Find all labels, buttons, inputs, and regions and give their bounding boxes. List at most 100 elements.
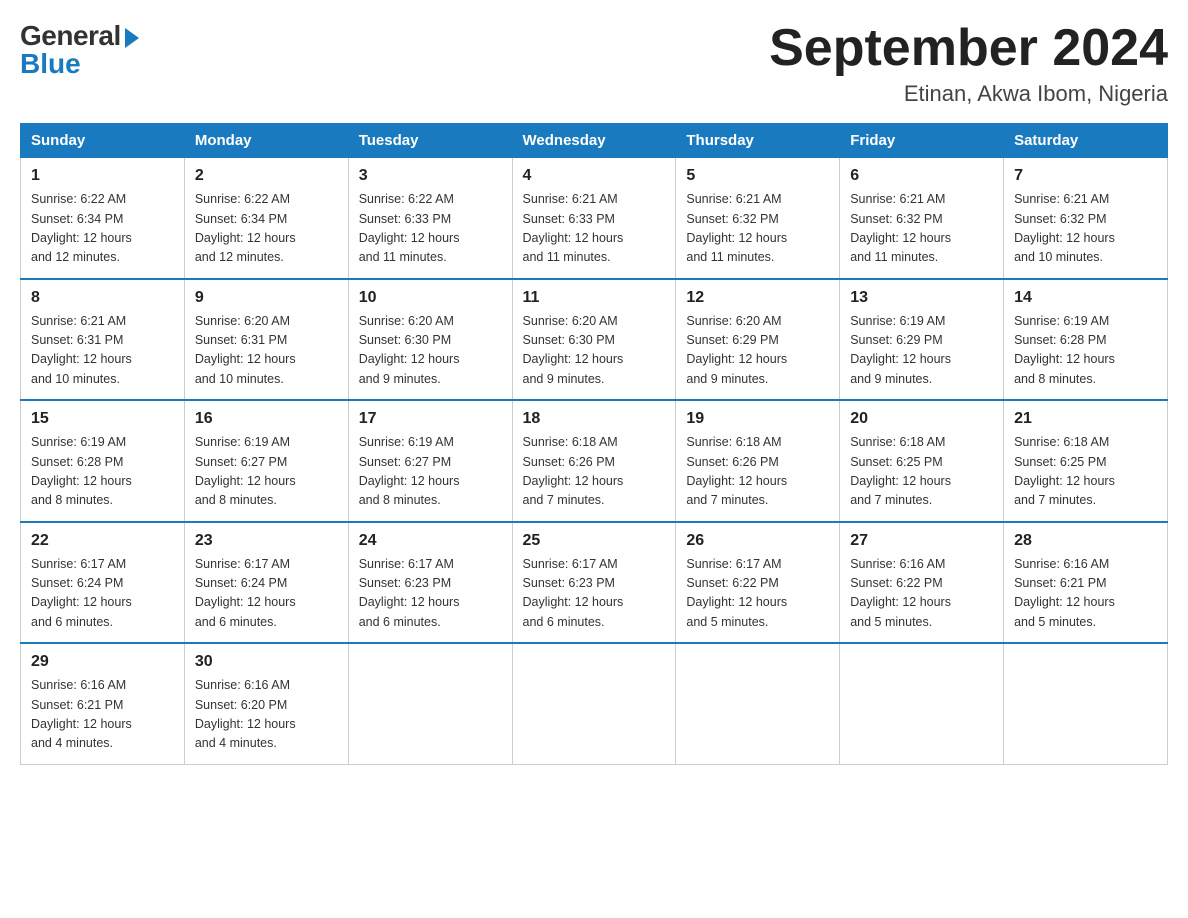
calendar-cell [676, 643, 840, 764]
day-number: 14 [1014, 286, 1157, 310]
day-info: Sunrise: 6:18 AMSunset: 6:26 PMDaylight:… [686, 433, 829, 511]
calendar-cell: 24Sunrise: 6:17 AMSunset: 6:23 PMDayligh… [348, 522, 512, 644]
calendar-cell [840, 643, 1004, 764]
day-number: 25 [523, 529, 666, 553]
calendar-week-row: 29Sunrise: 6:16 AMSunset: 6:21 PMDayligh… [21, 643, 1168, 764]
calendar-cell: 13Sunrise: 6:19 AMSunset: 6:29 PMDayligh… [840, 279, 1004, 401]
calendar-cell: 15Sunrise: 6:19 AMSunset: 6:28 PMDayligh… [21, 400, 185, 522]
day-info: Sunrise: 6:22 AMSunset: 6:34 PMDaylight:… [195, 190, 338, 268]
calendar-cell: 21Sunrise: 6:18 AMSunset: 6:25 PMDayligh… [1004, 400, 1168, 522]
day-info: Sunrise: 6:19 AMSunset: 6:29 PMDaylight:… [850, 312, 993, 390]
calendar-cell [348, 643, 512, 764]
day-number: 27 [850, 529, 993, 553]
day-info: Sunrise: 6:20 AMSunset: 6:29 PMDaylight:… [686, 312, 829, 390]
day-number: 19 [686, 407, 829, 431]
calendar-cell: 2Sunrise: 6:22 AMSunset: 6:34 PMDaylight… [184, 158, 348, 279]
calendar-cell: 7Sunrise: 6:21 AMSunset: 6:32 PMDaylight… [1004, 158, 1168, 279]
day-number: 6 [850, 164, 993, 188]
day-info: Sunrise: 6:16 AMSunset: 6:21 PMDaylight:… [1014, 555, 1157, 633]
calendar-cell: 9Sunrise: 6:20 AMSunset: 6:31 PMDaylight… [184, 279, 348, 401]
day-number: 26 [686, 529, 829, 553]
calendar-cell: 26Sunrise: 6:17 AMSunset: 6:22 PMDayligh… [676, 522, 840, 644]
calendar-cell: 20Sunrise: 6:18 AMSunset: 6:25 PMDayligh… [840, 400, 1004, 522]
day-info: Sunrise: 6:17 AMSunset: 6:23 PMDaylight:… [359, 555, 502, 633]
calendar-cell [1004, 643, 1168, 764]
calendar-week-row: 1Sunrise: 6:22 AMSunset: 6:34 PMDaylight… [21, 158, 1168, 279]
logo-arrow-icon [125, 28, 139, 48]
day-info: Sunrise: 6:17 AMSunset: 6:24 PMDaylight:… [195, 555, 338, 633]
page-header: General Blue September 2024 Etinan, Akwa… [20, 20, 1168, 107]
day-info: Sunrise: 6:21 AMSunset: 6:32 PMDaylight:… [686, 190, 829, 268]
day-number: 15 [31, 407, 174, 431]
day-info: Sunrise: 6:16 AMSunset: 6:20 PMDaylight:… [195, 676, 338, 754]
calendar-cell: 8Sunrise: 6:21 AMSunset: 6:31 PMDaylight… [21, 279, 185, 401]
calendar-cell: 30Sunrise: 6:16 AMSunset: 6:20 PMDayligh… [184, 643, 348, 764]
day-number: 2 [195, 164, 338, 188]
calendar-cell: 23Sunrise: 6:17 AMSunset: 6:24 PMDayligh… [184, 522, 348, 644]
calendar-cell: 4Sunrise: 6:21 AMSunset: 6:33 PMDaylight… [512, 158, 676, 279]
logo: General Blue [20, 20, 139, 80]
day-info: Sunrise: 6:20 AMSunset: 6:30 PMDaylight:… [359, 312, 502, 390]
calendar-cell: 29Sunrise: 6:16 AMSunset: 6:21 PMDayligh… [21, 643, 185, 764]
day-number: 22 [31, 529, 174, 553]
day-info: Sunrise: 6:20 AMSunset: 6:31 PMDaylight:… [195, 312, 338, 390]
day-info: Sunrise: 6:17 AMSunset: 6:24 PMDaylight:… [31, 555, 174, 633]
calendar-title-section: September 2024 Etinan, Akwa Ibom, Nigeri… [769, 20, 1168, 107]
calendar-cell: 28Sunrise: 6:16 AMSunset: 6:21 PMDayligh… [1004, 522, 1168, 644]
calendar-table: SundayMondayTuesdayWednesdayThursdayFrid… [20, 123, 1168, 765]
day-info: Sunrise: 6:19 AMSunset: 6:27 PMDaylight:… [195, 433, 338, 511]
calendar-cell: 6Sunrise: 6:21 AMSunset: 6:32 PMDaylight… [840, 158, 1004, 279]
column-header-sunday: Sunday [21, 124, 185, 158]
calendar-cell: 25Sunrise: 6:17 AMSunset: 6:23 PMDayligh… [512, 522, 676, 644]
calendar-cell [512, 643, 676, 764]
calendar-cell: 1Sunrise: 6:22 AMSunset: 6:34 PMDaylight… [21, 158, 185, 279]
calendar-week-row: 8Sunrise: 6:21 AMSunset: 6:31 PMDaylight… [21, 279, 1168, 401]
day-number: 23 [195, 529, 338, 553]
column-header-friday: Friday [840, 124, 1004, 158]
day-number: 7 [1014, 164, 1157, 188]
day-info: Sunrise: 6:17 AMSunset: 6:23 PMDaylight:… [523, 555, 666, 633]
day-info: Sunrise: 6:21 AMSunset: 6:32 PMDaylight:… [1014, 190, 1157, 268]
calendar-cell: 10Sunrise: 6:20 AMSunset: 6:30 PMDayligh… [348, 279, 512, 401]
day-number: 11 [523, 286, 666, 310]
day-info: Sunrise: 6:22 AMSunset: 6:34 PMDaylight:… [31, 190, 174, 268]
calendar-title: September 2024 [769, 20, 1168, 77]
column-header-saturday: Saturday [1004, 124, 1168, 158]
day-info: Sunrise: 6:16 AMSunset: 6:21 PMDaylight:… [31, 676, 174, 754]
day-number: 21 [1014, 407, 1157, 431]
day-number: 9 [195, 286, 338, 310]
day-info: Sunrise: 6:19 AMSunset: 6:28 PMDaylight:… [31, 433, 174, 511]
column-header-thursday: Thursday [676, 124, 840, 158]
column-header-wednesday: Wednesday [512, 124, 676, 158]
day-number: 8 [31, 286, 174, 310]
day-info: Sunrise: 6:17 AMSunset: 6:22 PMDaylight:… [686, 555, 829, 633]
day-info: Sunrise: 6:22 AMSunset: 6:33 PMDaylight:… [359, 190, 502, 268]
day-number: 29 [31, 650, 174, 674]
day-number: 3 [359, 164, 502, 188]
day-number: 18 [523, 407, 666, 431]
day-number: 17 [359, 407, 502, 431]
calendar-subtitle: Etinan, Akwa Ibom, Nigeria [769, 81, 1168, 107]
column-header-monday: Monday [184, 124, 348, 158]
day-info: Sunrise: 6:19 AMSunset: 6:28 PMDaylight:… [1014, 312, 1157, 390]
calendar-header-row: SundayMondayTuesdayWednesdayThursdayFrid… [21, 124, 1168, 158]
calendar-week-row: 15Sunrise: 6:19 AMSunset: 6:28 PMDayligh… [21, 400, 1168, 522]
day-info: Sunrise: 6:21 AMSunset: 6:31 PMDaylight:… [31, 312, 174, 390]
day-number: 24 [359, 529, 502, 553]
day-number: 10 [359, 286, 502, 310]
calendar-week-row: 22Sunrise: 6:17 AMSunset: 6:24 PMDayligh… [21, 522, 1168, 644]
day-info: Sunrise: 6:18 AMSunset: 6:25 PMDaylight:… [1014, 433, 1157, 511]
calendar-cell: 14Sunrise: 6:19 AMSunset: 6:28 PMDayligh… [1004, 279, 1168, 401]
day-number: 1 [31, 164, 174, 188]
calendar-cell: 16Sunrise: 6:19 AMSunset: 6:27 PMDayligh… [184, 400, 348, 522]
day-info: Sunrise: 6:21 AMSunset: 6:32 PMDaylight:… [850, 190, 993, 268]
column-header-tuesday: Tuesday [348, 124, 512, 158]
day-number: 5 [686, 164, 829, 188]
day-number: 28 [1014, 529, 1157, 553]
day-info: Sunrise: 6:19 AMSunset: 6:27 PMDaylight:… [359, 433, 502, 511]
day-number: 30 [195, 650, 338, 674]
calendar-cell: 12Sunrise: 6:20 AMSunset: 6:29 PMDayligh… [676, 279, 840, 401]
day-info: Sunrise: 6:21 AMSunset: 6:33 PMDaylight:… [523, 190, 666, 268]
day-info: Sunrise: 6:16 AMSunset: 6:22 PMDaylight:… [850, 555, 993, 633]
calendar-cell: 11Sunrise: 6:20 AMSunset: 6:30 PMDayligh… [512, 279, 676, 401]
